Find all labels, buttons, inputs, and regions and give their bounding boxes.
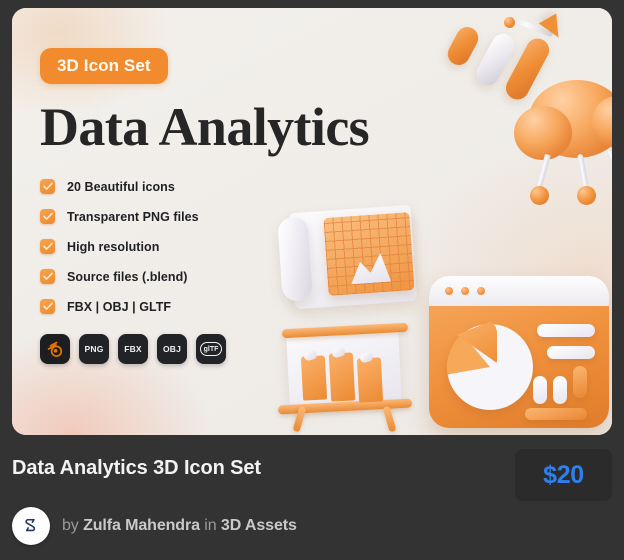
category-pill-badge: 3D Icon Set — [40, 48, 168, 84]
feature-label: FBX | OBJ | GLTF — [67, 299, 172, 314]
blender-logo-icon — [47, 341, 62, 357]
check-icon — [40, 269, 55, 285]
byline-text: by Zulfa Mahendra in 3D Assets — [62, 517, 297, 535]
feature-item: High resolution — [40, 237, 370, 256]
feature-label: 20 Beautiful icons — [67, 179, 175, 194]
gltf-format-icon: glTF — [200, 342, 222, 357]
feature-label: High resolution — [67, 239, 160, 254]
feature-label: Transparent PNG files — [67, 209, 199, 224]
check-icon — [40, 239, 55, 255]
feature-label: Source files (.blend) — [67, 269, 188, 284]
format-badge-png: PNG — [79, 334, 109, 365]
author-name[interactable]: Zulfa Mahendra — [83, 517, 200, 534]
feature-item: Source files (.blend) — [40, 267, 370, 286]
card-copy: 3D Icon Set Data Analytics 20 Beautiful … — [40, 48, 370, 365]
check-icon — [40, 299, 55, 315]
format-badge-fbx: FBX — [118, 334, 148, 365]
feature-item: FBX | OBJ | GLTF — [40, 297, 370, 316]
byline-middle: in — [204, 517, 217, 534]
preview-card[interactable]: 3D Icon Set Data Analytics 20 Beautiful … — [12, 8, 612, 435]
hero-title: Data Analytics — [40, 97, 370, 157]
format-badge-list: PNG FBX OBJ glTF — [40, 334, 370, 365]
format-badge-blender — [40, 334, 70, 365]
check-icon — [40, 209, 55, 225]
product-preview-screen: 3D Icon Set Data Analytics 20 Beautiful … — [0, 0, 624, 560]
product-meta-bar: Data Analytics 3D Icon Set $20 by Zulfa … — [0, 441, 624, 560]
format-badge-obj: OBJ — [157, 334, 187, 365]
product-title: Data Analytics 3D Icon Set — [12, 457, 261, 479]
category-name[interactable]: 3D Assets — [221, 517, 297, 534]
feature-item: Transparent PNG files — [40, 207, 370, 226]
feature-list: 20 Beautiful icons Transparent PNG files… — [40, 177, 370, 316]
byline-prefix: by — [62, 517, 79, 534]
feature-item: 20 Beautiful icons — [40, 177, 370, 196]
author-avatar-logo — [25, 518, 36, 532]
author-avatar[interactable] — [12, 507, 50, 545]
check-icon — [40, 179, 55, 195]
byline: by Zulfa Mahendra in 3D Assets — [12, 507, 297, 545]
price-badge[interactable]: $20 — [515, 449, 612, 501]
format-badge-gltf: glTF — [196, 334, 226, 365]
